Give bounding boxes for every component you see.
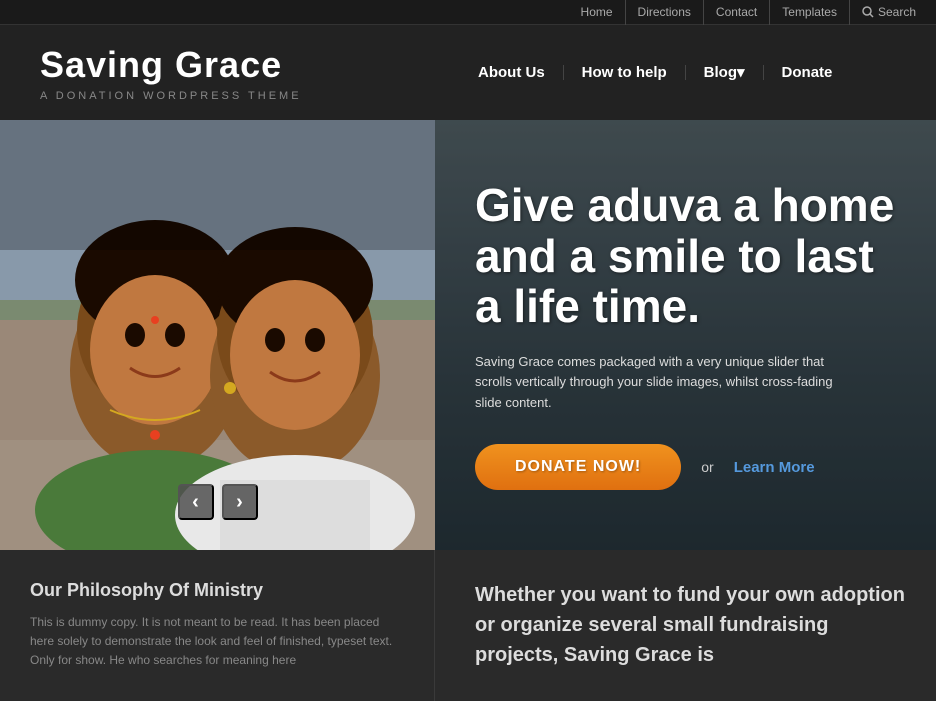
lower-right-text: Whether you want to fund your own adopti… <box>475 580 906 670</box>
hero-description: Saving Grace comes packaged with a very … <box>475 352 855 414</box>
top-nav-contact[interactable]: Contact <box>704 0 770 25</box>
philosophy-heading: Our Philosophy Of Ministry <box>30 580 404 601</box>
nav-how-to-help[interactable]: How to help <box>564 65 686 80</box>
site-title: Saving Grace <box>40 44 440 86</box>
nav-blog[interactable]: Blog ▾ <box>686 65 764 80</box>
nav-donate[interactable]: Donate <box>764 65 851 80</box>
hero-image-area: ‹ › <box>0 120 435 550</box>
donate-now-button[interactable]: DONATE NOW! <box>475 444 681 490</box>
hero-section: ‹ › Give aduva a home and a smile to las… <box>0 120 936 550</box>
top-utility-nav: Home Directions Contact Templates Search <box>0 0 936 25</box>
top-nav-directions[interactable]: Directions <box>626 0 704 25</box>
site-header: Saving Grace A Donation WordPress Theme … <box>0 25 936 120</box>
arrow-right-icon: › <box>236 491 243 514</box>
slider-arrows: ‹ › <box>178 484 258 520</box>
top-nav-templates[interactable]: Templates <box>770 0 850 25</box>
top-nav-search[interactable]: Search <box>850 5 916 19</box>
lower-left-panel: Our Philosophy Of Ministry This is dummy… <box>0 550 435 701</box>
learn-more-link[interactable]: Learn More <box>734 459 815 476</box>
chevron-down-icon: ▾ <box>737 65 745 80</box>
nav-blog-label: Blog <box>704 65 737 80</box>
slider-next-button[interactable]: › <box>222 484 258 520</box>
site-tagline: A Donation WordPress Theme <box>40 90 440 102</box>
top-nav-home[interactable]: Home <box>569 0 626 25</box>
search-icon <box>862 6 874 18</box>
search-label: Search <box>878 5 916 19</box>
philosophy-text: This is dummy copy. It is not meant to b… <box>30 613 404 671</box>
lower-section: Our Philosophy Of Ministry This is dummy… <box>0 550 936 701</box>
hero-cta: DONATE NOW! or Learn More <box>475 444 896 490</box>
lower-right-panel: Whether you want to fund your own adopti… <box>435 550 936 701</box>
nav-about-us[interactable]: About Us <box>460 65 564 80</box>
hero-heading: Give aduva a home and a smile to last a … <box>475 180 896 332</box>
cta-or-text: or <box>701 459 713 475</box>
hero-content: Give aduva a home and a smile to last a … <box>435 120 936 550</box>
logo-area: Saving Grace A Donation WordPress Theme <box>20 34 460 112</box>
arrow-left-icon: ‹ <box>192 491 199 514</box>
slider-prev-button[interactable]: ‹ <box>178 484 214 520</box>
main-nav: About Us How to help Blog ▾ Donate <box>460 65 850 80</box>
